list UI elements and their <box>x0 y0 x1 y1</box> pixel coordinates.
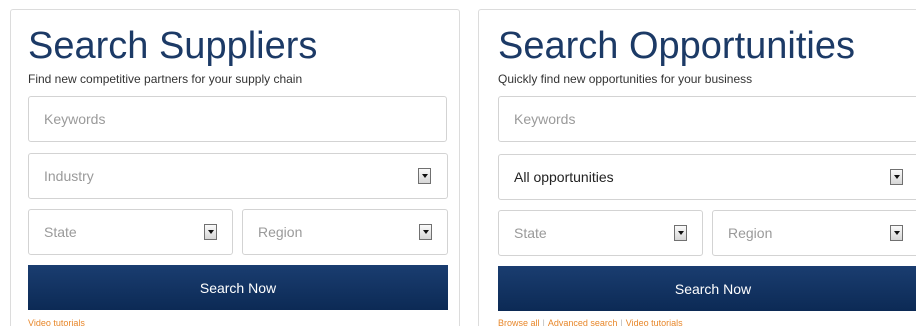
suppliers-video-tutorials-link[interactable]: Video tutorials <box>28 318 85 326</box>
link-separator: | <box>542 318 545 326</box>
link-separator: | <box>620 318 623 326</box>
search-suppliers-panel: Search Suppliers Find new competitive pa… <box>10 9 460 326</box>
suppliers-industry-select[interactable]: Industry <box>28 153 448 199</box>
opportunities-type-select[interactable]: All opportunities <box>498 154 916 200</box>
chevron-down-icon[interactable] <box>418 168 431 184</box>
opportunities-subtitle: Quickly find new opportunities for your … <box>498 72 753 86</box>
suppliers-state-label: State <box>44 224 77 240</box>
opportunities-keywords-placeholder: Keywords <box>514 111 576 127</box>
suppliers-region-label: Region <box>258 224 303 240</box>
opportunities-type-value: All opportunities <box>514 169 614 185</box>
opportunities-links: Browse all | Advanced search | Video tutoria… <box>498 318 683 326</box>
chevron-down-icon[interactable] <box>890 225 903 241</box>
browse-all-link[interactable]: Browse all <box>498 318 540 326</box>
suppliers-industry-label: Industry <box>44 168 94 184</box>
suppliers-keywords-input[interactable]: Keywords <box>28 96 447 142</box>
opportunities-state-label: State <box>514 225 547 241</box>
chevron-down-icon[interactable] <box>890 169 903 185</box>
suppliers-state-select[interactable]: State <box>28 209 233 255</box>
advanced-search-link[interactable]: Advanced search <box>548 318 618 326</box>
suppliers-keywords-placeholder: Keywords <box>44 111 106 127</box>
suppliers-search-button[interactable]: Search Now <box>28 265 448 310</box>
opportunities-keywords-input[interactable]: Keywords <box>498 96 916 142</box>
suppliers-title: Search Suppliers <box>28 25 318 67</box>
suppliers-region-select[interactable]: Region <box>242 209 448 255</box>
opportunities-region-select[interactable]: Region <box>712 210 916 256</box>
opportunities-state-select[interactable]: State <box>498 210 703 256</box>
opportunities-video-tutorials-link[interactable]: Video tutorials <box>626 318 683 326</box>
chevron-down-icon[interactable] <box>204 224 217 240</box>
opportunities-search-button[interactable]: Search Now <box>498 266 916 311</box>
chevron-down-icon[interactable] <box>674 225 687 241</box>
opportunities-title: Search Opportunities <box>498 25 855 67</box>
search-opportunities-panel: Search Opportunities Quickly find new op… <box>478 9 916 326</box>
suppliers-subtitle: Find new competitive partners for your s… <box>28 72 303 86</box>
chevron-down-icon[interactable] <box>419 224 432 240</box>
suppliers-links: Video tutorials <box>28 318 85 326</box>
opportunities-region-label: Region <box>728 225 773 241</box>
